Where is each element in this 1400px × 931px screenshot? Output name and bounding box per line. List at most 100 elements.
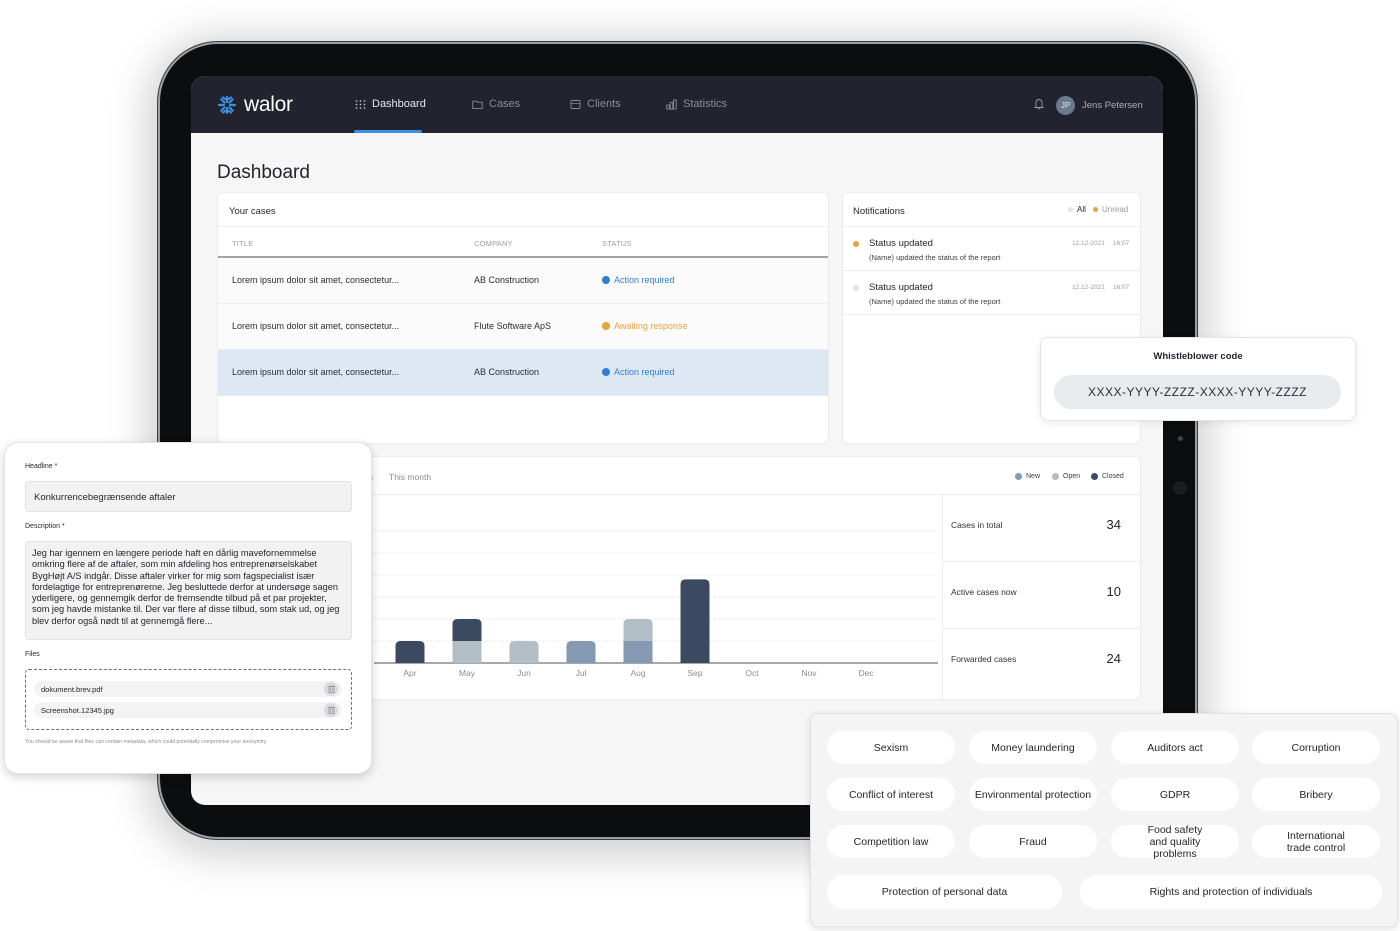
- category-chip[interactable]: Rights and protection of individuals: [1080, 875, 1382, 909]
- notifications-title: Notifications: [853, 206, 905, 217]
- legend-open: Open: [1052, 473, 1080, 480]
- avatar[interactable]: JP: [1056, 96, 1075, 115]
- sensor-dot: [1178, 436, 1183, 441]
- category-chip[interactable]: Auditors act: [1111, 731, 1239, 764]
- bar-open-aug[interactable]: [623, 619, 653, 641]
- category-chip[interactable]: International trade control: [1252, 825, 1380, 858]
- grid-dots-icon: [355, 99, 366, 109]
- trash-icon[interactable]: [324, 682, 338, 696]
- category-chip[interactable]: Money laundering: [969, 731, 1097, 764]
- column-header-title[interactable]: TITLE: [232, 239, 253, 248]
- headline-label: Headline *: [25, 463, 58, 470]
- column-header-status[interactable]: STATUS: [602, 239, 632, 248]
- category-chip[interactable]: Competition law: [827, 825, 955, 858]
- case-title: Lorem ipsum dolor sit amet, consectetur.…: [232, 321, 400, 331]
- category-chip[interactable]: Sexism: [827, 731, 955, 764]
- category-chip[interactable]: Corruption: [1252, 731, 1380, 764]
- notification-item[interactable]: Status updated (Name) updated the status…: [843, 227, 1140, 271]
- files-label: Files: [25, 651, 40, 658]
- legend-label-open: Open: [1063, 473, 1081, 480]
- period-tab-this-month[interactable]: This month: [389, 472, 431, 482]
- x-tick-label: Aug: [630, 668, 645, 678]
- user-name[interactable]: Jens Petersen: [1082, 100, 1143, 111]
- bar-closed-apr[interactable]: [395, 641, 425, 663]
- category-chip[interactable]: Environmental protection: [969, 778, 1097, 811]
- stat-label: Forwarded cases: [951, 654, 1017, 664]
- nav-dashboard[interactable]: Dashboard: [355, 98, 426, 110]
- status-label: Action required: [614, 367, 675, 377]
- case-company: AB Construction: [474, 367, 540, 377]
- category-chip[interactable]: Protection of personal data: [827, 875, 1062, 909]
- nav-statistics[interactable]: Statistics: [666, 98, 727, 110]
- stat-value: 24: [1106, 651, 1121, 666]
- stat-value: 10: [1106, 584, 1121, 599]
- stat-cases-total: Cases in total 34: [943, 495, 1142, 562]
- x-tick-label: Nov: [801, 668, 817, 678]
- table-row[interactable]: Lorem ipsum dolor sit amet, consectetur.…: [218, 258, 828, 304]
- nav-dashboard-label: Dashboard: [372, 98, 426, 110]
- nav-clients[interactable]: Clients: [570, 98, 621, 110]
- filter-all[interactable]: All: [1068, 205, 1086, 214]
- read-dot: [853, 285, 859, 291]
- bell-icon[interactable]: [1033, 98, 1045, 111]
- bar-open-may[interactable]: [452, 641, 482, 663]
- headline-field[interactable]: Konkurrencebegrænsende aftaler: [25, 481, 352, 512]
- notification-time: 16:07: [1113, 284, 1130, 291]
- status-label: Awaiting response: [614, 321, 688, 331]
- column-header-company[interactable]: COMPANY: [474, 239, 513, 248]
- stat-forwarded-cases: Forwarded cases 24: [943, 629, 1142, 696]
- trash-icon[interactable]: [324, 703, 338, 717]
- notification-subtitle: (Name) updated the status of the report: [869, 253, 1001, 262]
- file-name: Screenshot.12345.jpg: [41, 706, 114, 715]
- legend-label-new: New: [1026, 473, 1041, 480]
- bar-closed-sep[interactable]: [680, 579, 710, 663]
- x-tick-label: Oct: [745, 668, 759, 678]
- bar-new-jul[interactable]: [566, 641, 596, 663]
- notification-title: Status updated: [869, 238, 933, 249]
- status-label: Action required: [614, 275, 675, 285]
- file-dropzone[interactable]: dokument.brev.pdf Screenshot.12345.jpg: [25, 669, 352, 730]
- file-item[interactable]: dokument.brev.pdf: [34, 681, 342, 697]
- brand-name: walor: [244, 93, 293, 116]
- table-row-selected[interactable]: Lorem ipsum dolor sit amet, consectetur.…: [218, 350, 828, 396]
- case-company: Flute Software ApS: [474, 321, 552, 331]
- notification-title: Status updated: [869, 282, 933, 293]
- case-title: Lorem ipsum dolor sit amet, consectetur.…: [232, 367, 400, 377]
- category-chip[interactable]: Conflict of interest: [827, 778, 955, 811]
- bar-new-aug[interactable]: [623, 641, 653, 663]
- table-row[interactable]: Lorem ipsum dolor sit amet, consectetur.…: [218, 304, 828, 350]
- description-label: Description *: [25, 523, 65, 530]
- bar-open-jun[interactable]: [509, 641, 539, 663]
- nav-clients-label: Clients: [587, 98, 621, 110]
- nav-cases[interactable]: Cases: [472, 98, 520, 110]
- notification-date: 12.12-2021: [1072, 284, 1105, 291]
- notification-subtitle: (Name) updated the status of the report: [869, 297, 1001, 306]
- category-chip[interactable]: Food safety and quality problems: [1111, 824, 1239, 860]
- filter-unread-label: Unread: [1102, 205, 1129, 214]
- case-title: Lorem ipsum dolor sit amet, consectetur.…: [232, 275, 400, 285]
- status-badge: Awaiting response: [602, 321, 687, 331]
- logo[interactable]: walor: [217, 93, 293, 117]
- category-chip[interactable]: GDPR: [1111, 778, 1239, 811]
- report-form-card: Headline * Konkurrencebegrænsende aftale…: [4, 442, 372, 774]
- camera: [1173, 481, 1187, 495]
- bar-closed-may[interactable]: [452, 619, 482, 641]
- legend-swatch-new: [1015, 473, 1022, 480]
- your-cases-card: Your cases TITLE COMPANY STATUS Lorem ip…: [217, 192, 829, 444]
- whistleblower-code-value[interactable]: XXXX-YYYY-ZZZZ-XXXX-YYYY-ZZZZ: [1054, 375, 1341, 409]
- category-chip[interactable]: Bribery: [1252, 778, 1380, 811]
- filter-unread[interactable]: Unread: [1093, 205, 1128, 214]
- notification-item[interactable]: Status updated (Name) updated the status…: [843, 271, 1140, 315]
- filter-all-label: All: [1077, 205, 1086, 214]
- description-field[interactable]: Jeg har igennem en længere periode haft …: [25, 541, 352, 640]
- clients-icon: [570, 99, 581, 109]
- nav-statistics-label: Statistics: [683, 98, 728, 110]
- legend-swatch-closed: [1091, 473, 1098, 480]
- active-tab-indicator: [354, 130, 422, 133]
- page-title: Dashboard: [217, 162, 310, 183]
- file-item[interactable]: Screenshot.12345.jpg: [34, 702, 342, 718]
- status-dot: [602, 368, 610, 376]
- category-chip[interactable]: Fraud: [969, 825, 1097, 858]
- status-badge: Action required: [602, 367, 675, 377]
- stat-label: Cases in total: [951, 520, 1003, 530]
